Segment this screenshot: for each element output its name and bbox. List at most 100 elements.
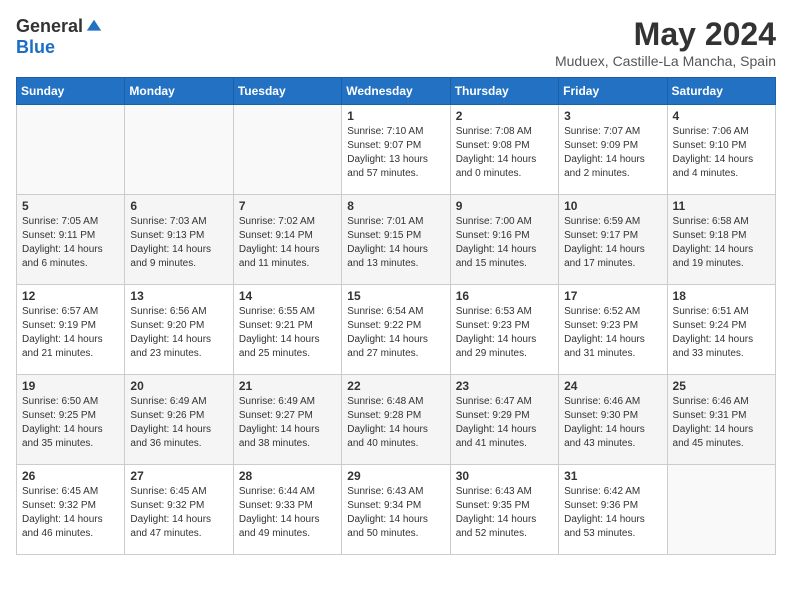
day-number: 8: [347, 199, 444, 213]
calendar-table: SundayMondayTuesdayWednesdayThursdayFrid…: [16, 77, 776, 555]
day-number: 3: [564, 109, 661, 123]
calendar-cell: 10 Sunrise: 6:59 AM Sunset: 9:17 PM Dayli…: [559, 195, 667, 285]
day-number: 9: [456, 199, 553, 213]
calendar-cell: 19 Sunrise: 6:50 AM Sunset: 9:25 PM Dayli…: [17, 375, 125, 465]
calendar-cell: 16 Sunrise: 6:53 AM Sunset: 9:23 PM Dayli…: [450, 285, 558, 375]
column-header-tuesday: Tuesday: [233, 78, 341, 105]
calendar-cell: 27 Sunrise: 6:45 AM Sunset: 9:32 PM Dayli…: [125, 465, 233, 555]
calendar-cell: 29 Sunrise: 6:43 AM Sunset: 9:34 PM Dayli…: [342, 465, 450, 555]
page-header: General Blue May 2024 Muduex, Castille-L…: [16, 16, 776, 69]
day-number: 27: [130, 469, 227, 483]
day-info: Sunrise: 6:50 AM Sunset: 9:25 PM Dayligh…: [22, 395, 119, 451]
day-info: Sunrise: 6:46 AM Sunset: 9:31 PM Dayligh…: [673, 395, 770, 451]
day-number: 30: [456, 469, 553, 483]
calendar-week-row: 26 Sunrise: 6:45 AM Sunset: 9:32 PM Dayli…: [17, 465, 776, 555]
day-number: 29: [347, 469, 444, 483]
calendar-cell: 13Sunrise: 6:56 AM Sunset: 9:20 PM Dayli…: [125, 285, 233, 375]
day-number: 25: [673, 379, 770, 393]
calendar-cell: [17, 105, 125, 195]
day-number: 20: [130, 379, 227, 393]
day-info: Sunrise: 7:07 AM Sunset: 9:09 PM Dayligh…: [564, 125, 661, 181]
day-number: 21: [239, 379, 336, 393]
day-info: Sunrise: 7:06 AM Sunset: 9:10 PM Dayligh…: [673, 125, 770, 181]
calendar-cell: 30 Sunrise: 6:43 AM Sunset: 9:35 PM Dayli…: [450, 465, 558, 555]
calendar-cell: 1 Sunrise: 7:10 AM Sunset: 9:07 PM Daylig…: [342, 105, 450, 195]
day-number: 28: [239, 469, 336, 483]
day-number: 24: [564, 379, 661, 393]
calendar-cell: 5Sunrise: 7:05 AM Sunset: 9:11 PM Daylig…: [17, 195, 125, 285]
title-block: May 2024 Muduex, Castille-La Mancha, Spa…: [555, 16, 776, 69]
day-info: Sunrise: 6:43 AM Sunset: 9:34 PM Dayligh…: [347, 485, 444, 541]
column-header-thursday: Thursday: [450, 78, 558, 105]
day-number: 11: [673, 199, 770, 213]
day-info: Sunrise: 6:54 AM Sunset: 9:22 PM Dayligh…: [347, 305, 444, 361]
day-number: 31: [564, 469, 661, 483]
day-info: Sunrise: 6:46 AM Sunset: 9:30 PM Dayligh…: [564, 395, 661, 451]
day-info: Sunrise: 7:00 AM Sunset: 9:16 PM Dayligh…: [456, 215, 553, 271]
logo-general-text: General: [16, 16, 83, 37]
calendar-week-row: 1 Sunrise: 7:10 AM Sunset: 9:07 PM Daylig…: [17, 105, 776, 195]
day-number: 6: [130, 199, 227, 213]
day-number: 2: [456, 109, 553, 123]
day-info: Sunrise: 6:57 AM Sunset: 9:19 PM Dayligh…: [22, 305, 119, 361]
day-number: 19: [22, 379, 119, 393]
day-number: 12: [22, 289, 119, 303]
calendar-cell: 11 Sunrise: 6:58 AM Sunset: 9:18 PM Dayli…: [667, 195, 775, 285]
day-number: 17: [564, 289, 661, 303]
calendar-cell: 7Sunrise: 7:02 AM Sunset: 9:14 PM Daylig…: [233, 195, 341, 285]
calendar-cell: 2Sunrise: 7:08 AM Sunset: 9:08 PM Daylig…: [450, 105, 558, 195]
day-info: Sunrise: 6:53 AM Sunset: 9:23 PM Dayligh…: [456, 305, 553, 361]
day-info: Sunrise: 6:55 AM Sunset: 9:21 PM Dayligh…: [239, 305, 336, 361]
calendar-cell: 31 Sunrise: 6:42 AM Sunset: 9:36 PM Dayli…: [559, 465, 667, 555]
day-number: 18: [673, 289, 770, 303]
day-number: 4: [673, 109, 770, 123]
logo-icon: [85, 18, 103, 36]
calendar-cell: 23Sunrise: 6:47 AM Sunset: 9:29 PM Dayli…: [450, 375, 558, 465]
calendar-cell: 22Sunrise: 6:48 AM Sunset: 9:28 PM Dayli…: [342, 375, 450, 465]
calendar-cell: 26Sunrise: 6:45 AM Sunset: 9:32 PM Dayli…: [17, 465, 125, 555]
day-info: Sunrise: 6:48 AM Sunset: 9:28 PM Dayligh…: [347, 395, 444, 451]
calendar-cell: [125, 105, 233, 195]
day-info: Sunrise: 6:45 AM Sunset: 9:32 PM Dayligh…: [130, 485, 227, 541]
calendar-cell: 25 Sunrise: 6:46 AM Sunset: 9:31 PM Dayli…: [667, 375, 775, 465]
day-number: 16: [456, 289, 553, 303]
day-info: Sunrise: 6:58 AM Sunset: 9:18 PM Dayligh…: [673, 215, 770, 271]
day-number: 13: [130, 289, 227, 303]
column-header-monday: Monday: [125, 78, 233, 105]
day-number: 1: [347, 109, 444, 123]
day-info: Sunrise: 7:10 AM Sunset: 9:07 PM Dayligh…: [347, 125, 444, 181]
calendar-cell: 6 Sunrise: 7:03 AM Sunset: 9:13 PM Daylig…: [125, 195, 233, 285]
calendar-cell: [233, 105, 341, 195]
calendar-cell: 18 Sunrise: 6:51 AM Sunset: 9:24 PM Dayli…: [667, 285, 775, 375]
day-info: Sunrise: 6:42 AM Sunset: 9:36 PM Dayligh…: [564, 485, 661, 541]
calendar-cell: 3 Sunrise: 7:07 AM Sunset: 9:09 PM Daylig…: [559, 105, 667, 195]
day-number: 10: [564, 199, 661, 213]
column-header-saturday: Saturday: [667, 78, 775, 105]
day-info: Sunrise: 6:44 AM Sunset: 9:33 PM Dayligh…: [239, 485, 336, 541]
day-info: Sunrise: 7:01 AM Sunset: 9:15 PM Dayligh…: [347, 215, 444, 271]
day-number: 5: [22, 199, 119, 213]
day-number: 15: [347, 289, 444, 303]
calendar-cell: [667, 465, 775, 555]
calendar-cell: 15 Sunrise: 6:54 AM Sunset: 9:22 PM Dayli…: [342, 285, 450, 375]
column-header-sunday: Sunday: [17, 78, 125, 105]
calendar-cell: 28 Sunrise: 6:44 AM Sunset: 9:33 PM Dayli…: [233, 465, 341, 555]
calendar-cell: 21Sunrise: 6:49 AM Sunset: 9:27 PM Dayli…: [233, 375, 341, 465]
calendar-cell: 14 Sunrise: 6:55 AM Sunset: 9:21 PM Dayli…: [233, 285, 341, 375]
day-info: Sunrise: 7:03 AM Sunset: 9:13 PM Dayligh…: [130, 215, 227, 271]
day-number: 7: [239, 199, 336, 213]
day-info: Sunrise: 6:43 AM Sunset: 9:35 PM Dayligh…: [456, 485, 553, 541]
calendar-week-row: 19 Sunrise: 6:50 AM Sunset: 9:25 PM Dayli…: [17, 375, 776, 465]
month-year-title: May 2024: [555, 16, 776, 53]
day-info: Sunrise: 6:59 AM Sunset: 9:17 PM Dayligh…: [564, 215, 661, 271]
day-number: 26: [22, 469, 119, 483]
day-number: 14: [239, 289, 336, 303]
logo-blue-text: Blue: [16, 37, 55, 58]
day-info: Sunrise: 6:51 AM Sunset: 9:24 PM Dayligh…: [673, 305, 770, 361]
calendar-header-row: SundayMondayTuesdayWednesdayThursdayFrid…: [17, 78, 776, 105]
location-subtitle: Muduex, Castille-La Mancha, Spain: [555, 53, 776, 69]
calendar-week-row: 12 Sunrise: 6:57 AM Sunset: 9:19 PM Dayli…: [17, 285, 776, 375]
column-header-wednesday: Wednesday: [342, 78, 450, 105]
calendar-cell: 12 Sunrise: 6:57 AM Sunset: 9:19 PM Dayli…: [17, 285, 125, 375]
calendar-cell: 9 Sunrise: 7:00 AM Sunset: 9:16 PM Daylig…: [450, 195, 558, 285]
